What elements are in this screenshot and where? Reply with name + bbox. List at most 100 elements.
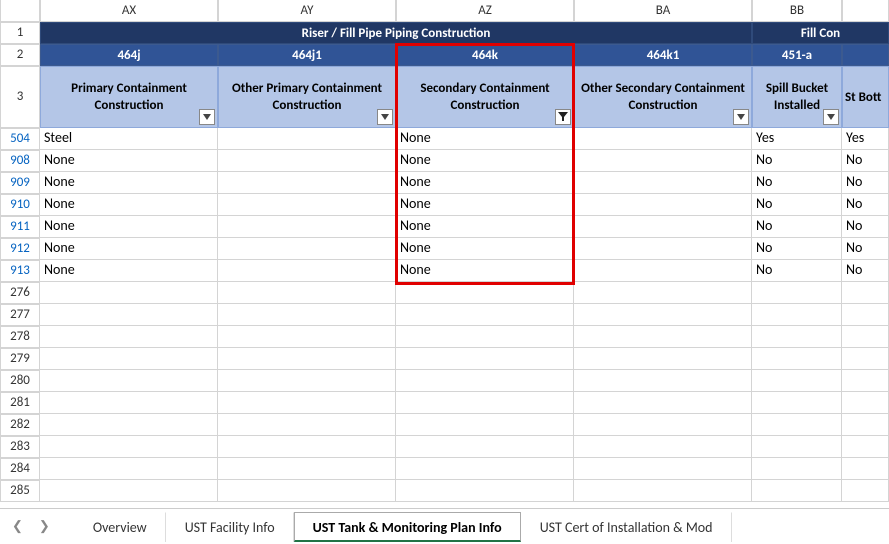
field-secondary-containment[interactable]: Secondary Containment Construction — [396, 66, 574, 128]
cell-empty[interactable] — [574, 370, 752, 392]
cell-empty[interactable] — [752, 370, 842, 392]
cell-empty[interactable] — [40, 348, 218, 370]
cell-ay[interactable] — [218, 150, 396, 172]
cell-empty[interactable] — [396, 436, 574, 458]
cell-empty[interactable] — [218, 392, 396, 414]
col-header-az[interactable]: AZ — [396, 0, 574, 22]
cell-empty[interactable] — [752, 480, 842, 502]
row-header-285[interactable]: 285 — [0, 480, 40, 502]
cell-empty[interactable] — [396, 304, 574, 326]
cell-empty[interactable] — [396, 282, 574, 304]
cell-empty[interactable] — [842, 348, 889, 370]
cell-empty[interactable] — [574, 304, 752, 326]
row-header-280[interactable]: 280 — [0, 370, 40, 392]
cell-empty[interactable] — [752, 458, 842, 480]
row-header-3[interactable]: 3 — [0, 66, 40, 128]
row-header-908[interactable]: 908 — [0, 150, 40, 172]
cell-empty[interactable] — [574, 480, 752, 502]
corner-cell[interactable] — [0, 0, 40, 22]
cell-empty[interactable] — [396, 414, 574, 436]
cell-az[interactable]: None — [396, 238, 574, 260]
cell-ba[interactable] — [574, 216, 752, 238]
cell-empty[interactable] — [752, 392, 842, 414]
row-header-910[interactable]: 910 — [0, 194, 40, 216]
cell-bb[interactable]: No — [752, 172, 842, 194]
cell-empty[interactable] — [842, 458, 889, 480]
cell-empty[interactable] — [40, 392, 218, 414]
cell-empty[interactable] — [396, 326, 574, 348]
row-header-281[interactable]: 281 — [0, 392, 40, 414]
cell-empty[interactable] — [40, 458, 218, 480]
cell-empty[interactable] — [396, 392, 574, 414]
row-header-284[interactable]: 284 — [0, 458, 40, 480]
cell-ba[interactable] — [574, 128, 752, 150]
cell-ay[interactable] — [218, 216, 396, 238]
field-primary-containment[interactable]: Primary Containment Construction — [40, 66, 218, 128]
cell-empty[interactable] — [842, 326, 889, 348]
tab-overview[interactable]: Overview — [74, 512, 166, 542]
cell-empty[interactable] — [574, 458, 752, 480]
col-header-bb[interactable]: BB — [752, 0, 842, 22]
row-header-283[interactable]: 283 — [0, 436, 40, 458]
cell-az[interactable]: None — [396, 194, 574, 216]
cell-ay[interactable] — [218, 128, 396, 150]
cell-empty[interactable] — [574, 392, 752, 414]
row-header-2[interactable]: 2 — [0, 44, 40, 66]
tab-cert[interactable]: UST Cert of Installation & Mod — [521, 512, 732, 542]
cell-ay[interactable] — [218, 194, 396, 216]
cell-empty[interactable] — [396, 370, 574, 392]
cell-az[interactable]: None — [396, 172, 574, 194]
cell-empty[interactable] — [218, 304, 396, 326]
cell-empty[interactable] — [40, 304, 218, 326]
cell-ax[interactable]: None — [40, 238, 218, 260]
cell-empty[interactable] — [574, 414, 752, 436]
cell-bc[interactable]: Yes — [842, 128, 889, 150]
row-header-504[interactable]: 504 — [0, 128, 40, 150]
row-header-276[interactable]: 276 — [0, 282, 40, 304]
cell-bc[interactable]: No — [842, 260, 889, 282]
cell-ay[interactable] — [218, 172, 396, 194]
cell-empty[interactable] — [218, 414, 396, 436]
cell-empty[interactable] — [218, 282, 396, 304]
cell-empty[interactable] — [40, 326, 218, 348]
cell-empty[interactable] — [752, 348, 842, 370]
tab-nav-next-icon[interactable]: ❯ — [39, 519, 50, 534]
cell-empty[interactable] — [218, 326, 396, 348]
row-header-909[interactable]: 909 — [0, 172, 40, 194]
cell-empty[interactable] — [574, 282, 752, 304]
col-header-bc[interactable] — [842, 0, 889, 22]
cell-empty[interactable] — [842, 304, 889, 326]
cell-az[interactable]: None — [396, 128, 574, 150]
cell-ax[interactable]: None — [40, 260, 218, 282]
cell-ax[interactable]: None — [40, 150, 218, 172]
cell-empty[interactable] — [752, 414, 842, 436]
cell-ba[interactable] — [574, 238, 752, 260]
cell-empty[interactable] — [40, 414, 218, 436]
cell-bc[interactable]: No — [842, 150, 889, 172]
cell-ax[interactable]: Steel — [40, 128, 218, 150]
row-header-913[interactable]: 913 — [0, 260, 40, 282]
cell-empty[interactable] — [396, 348, 574, 370]
filter-dropdown-icon[interactable] — [823, 109, 839, 125]
cell-ax[interactable]: None — [40, 194, 218, 216]
tab-nav-prev-icon[interactable]: ❮ — [12, 519, 23, 534]
row-header-278[interactable]: 278 — [0, 326, 40, 348]
row-header-911[interactable]: 911 — [0, 216, 40, 238]
cell-empty[interactable] — [842, 392, 889, 414]
cell-empty[interactable] — [218, 480, 396, 502]
row-header-279[interactable]: 279 — [0, 348, 40, 370]
cell-bc[interactable]: No — [842, 172, 889, 194]
cell-empty[interactable] — [218, 348, 396, 370]
row-header-1[interactable]: 1 — [0, 22, 40, 44]
cell-empty[interactable] — [752, 304, 842, 326]
cell-empty[interactable] — [396, 458, 574, 480]
cell-ax[interactable]: None — [40, 216, 218, 238]
cell-empty[interactable] — [40, 282, 218, 304]
cell-ba[interactable] — [574, 150, 752, 172]
cell-empty[interactable] — [842, 282, 889, 304]
cell-bb[interactable]: No — [752, 150, 842, 172]
field-bc[interactable]: St Bott — [842, 66, 889, 128]
cell-az[interactable]: None — [396, 260, 574, 282]
cell-empty[interactable] — [842, 370, 889, 392]
cell-empty[interactable] — [574, 436, 752, 458]
